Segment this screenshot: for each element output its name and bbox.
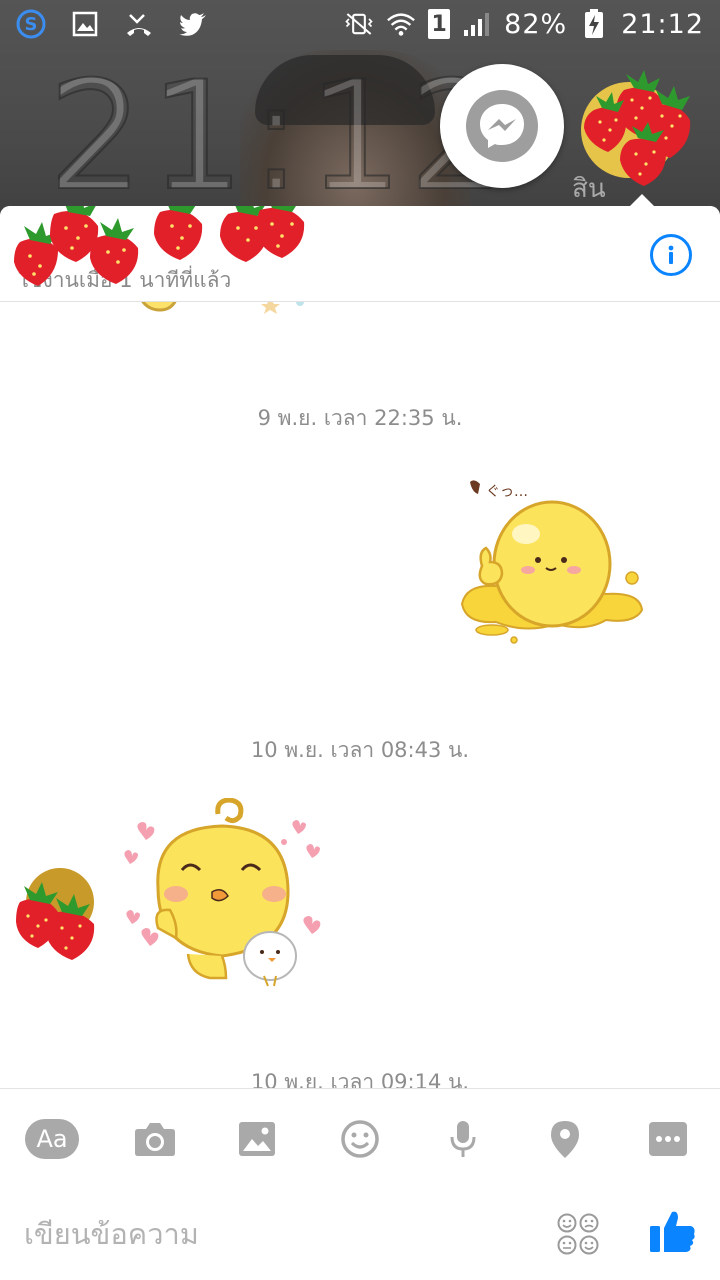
gallery-button[interactable] (229, 1111, 285, 1167)
signal-icon (462, 9, 492, 39)
sticker-picker-icon[interactable] (556, 1212, 600, 1256)
microphone-icon (450, 1120, 476, 1157)
messenger-chat-head[interactable] (440, 64, 564, 188)
aa-label: Aa (25, 1118, 79, 1159)
message-list[interactable]: 9 พ.ย. เวลา 22:35 น. ぐっ… 10 พ.ย. เวลา 08… (0, 302, 720, 1088)
svg-text:ぐっ…: ぐっ… (486, 484, 528, 500)
twitter-icon (178, 9, 208, 39)
info-icon (668, 245, 674, 264)
status-time: 21:12 (621, 8, 704, 40)
text-format-button[interactable]: Aa (24, 1111, 80, 1167)
message-timestamp: 10 พ.ย. เวลา 09:14 น. (250, 1070, 470, 1088)
more-button[interactable] (640, 1111, 696, 1167)
sticker-yellow-chick-hearts[interactable] (118, 798, 332, 994)
battery-percent: 82% (504, 8, 568, 40)
strawberry-sticker (584, 70, 691, 186)
chat-panel: ใช้งานเมื่อ 1 นาทีที่แล้ว 9 พ.ย. เวลา 22… (0, 206, 720, 1280)
status-bar: S 1 82% 21:12 (0, 0, 720, 48)
like-button[interactable] (648, 1206, 698, 1256)
image-icon (239, 1121, 276, 1156)
camera-icon (134, 1122, 175, 1156)
wifi-icon (386, 9, 416, 39)
contact-avatar-strawberry (16, 868, 95, 960)
image-icon (70, 9, 100, 39)
smiley-icon (341, 1119, 379, 1158)
missed-call-icon (124, 9, 154, 39)
message-timestamp: 10 พ.ย. เวลา 08:43 น. (250, 738, 470, 762)
location-pin-icon (551, 1120, 580, 1158)
emoji-button[interactable] (332, 1111, 388, 1167)
strawberry-sticker-overlay (14, 206, 305, 286)
svg-text:S: S (25, 14, 38, 35)
skype-icon: S (16, 9, 46, 39)
sticker-yellow-blob-thumbs-up[interactable]: ぐっ… (456, 474, 650, 650)
messenger-icon (466, 90, 538, 162)
location-button[interactable] (537, 1111, 593, 1167)
chat-header: ใช้งานเมื่อ 1 นาทีที่แล้ว (0, 206, 720, 302)
camera-button[interactable] (127, 1111, 183, 1167)
partial-sticker (141, 302, 304, 314)
sim-icon: 1 (428, 9, 451, 39)
vibrate-icon (344, 9, 374, 39)
message-input-row (0, 1188, 720, 1280)
info-button[interactable] (650, 234, 692, 276)
message-input[interactable] (24, 1217, 504, 1251)
composer-toolbar: Aa (0, 1088, 720, 1188)
more-dots-icon (648, 1121, 687, 1156)
battery-icon (579, 9, 609, 39)
microphone-button[interactable] (435, 1111, 491, 1167)
message-timestamp: 9 พ.ย. เวลา 22:35 น. (257, 406, 463, 430)
contact-avatar-chat-head[interactable] (574, 60, 704, 190)
